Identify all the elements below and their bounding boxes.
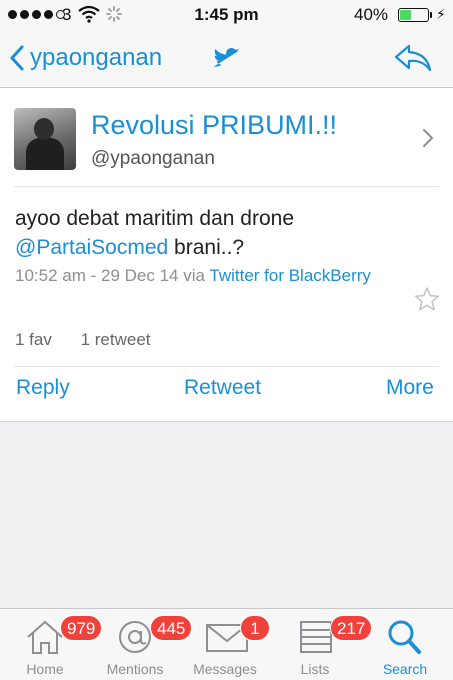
profile-row[interactable]: Revolusi PRIBUMI.!! @ypaonganan bbox=[0, 88, 453, 186]
tab-label: Messages bbox=[193, 661, 257, 677]
charging-bolt-icon: ⚡ bbox=[436, 6, 446, 22]
chevron-left-icon bbox=[10, 45, 24, 71]
reply-icon[interactable] bbox=[394, 44, 432, 77]
tweet-timestamp: 10:52 am - 29 Dec 14 bbox=[15, 266, 179, 285]
back-button-label: ypaonganan bbox=[30, 44, 163, 71]
tweet-actions: Reply Retweet More bbox=[0, 376, 453, 412]
divider bbox=[14, 186, 439, 187]
more-button[interactable]: More bbox=[386, 376, 434, 400]
battery-percent: 40% bbox=[354, 5, 389, 24]
mention-link[interactable]: @PartaiSocmed bbox=[15, 236, 168, 259]
fav-count[interactable]: 1 fav bbox=[15, 330, 52, 349]
tab-label: Lists bbox=[300, 661, 330, 677]
list-icon bbox=[295, 619, 335, 660]
via-label: via bbox=[183, 266, 205, 285]
chevron-right-icon bbox=[422, 128, 434, 153]
search-icon bbox=[385, 619, 425, 660]
retweet-button[interactable]: Retweet bbox=[184, 376, 261, 400]
tab-messages[interactable]: 1 Messages bbox=[180, 609, 270, 680]
reply-button[interactable]: Reply bbox=[16, 376, 70, 400]
tab-bar: 979 Home 445 Mentions 1 Messages 217 Lis… bbox=[0, 608, 453, 680]
divider bbox=[14, 366, 439, 367]
tab-home[interactable]: 979 Home bbox=[0, 609, 103, 680]
back-button[interactable]: ypaonganan bbox=[10, 44, 162, 72]
tab-label: Search bbox=[382, 661, 428, 677]
tab-mentions[interactable]: 445 Mentions bbox=[90, 609, 193, 680]
tab-lists[interactable]: 217 Lists bbox=[270, 609, 373, 680]
twitter-bird-icon bbox=[213, 48, 240, 75]
battery-icon bbox=[398, 8, 432, 22]
user-handle: @ypaonganan bbox=[91, 148, 215, 169]
at-icon bbox=[115, 619, 155, 660]
tab-label: Mentions bbox=[106, 661, 164, 677]
tab-search[interactable]: Search bbox=[360, 609, 450, 680]
status-bar: 3 1:45 pm 40% ⚡ bbox=[0, 0, 453, 30]
favorite-star-icon[interactable] bbox=[414, 286, 440, 317]
home-icon bbox=[25, 619, 65, 660]
retweet-count[interactable]: 1 retweet bbox=[81, 330, 151, 349]
tweet-text-start: ayoo debat maritim dan drone bbox=[15, 207, 294, 230]
tweet-text: ayoo debat maritim dan drone @PartaiSocm… bbox=[15, 204, 440, 262]
tweet-text-end: brani..? bbox=[168, 236, 245, 259]
avatar bbox=[14, 108, 76, 170]
tweet-detail-card: Revolusi PRIBUMI.!! @ypaonganan ayoo deb… bbox=[0, 88, 453, 422]
tweet-meta: 10:52 am - 29 Dec 14 via Twitter for Bla… bbox=[15, 264, 415, 288]
navigation-bar: ypaonganan bbox=[0, 30, 453, 88]
client-link[interactable]: Twitter for BlackBerry bbox=[209, 266, 371, 285]
tab-label: Home bbox=[26, 661, 64, 677]
engagement-counts: 1 fav 1 retweet bbox=[15, 330, 175, 350]
messages-badge: 1 bbox=[240, 615, 270, 641]
display-name: Revolusi PRIBUMI.!! bbox=[91, 110, 338, 140]
